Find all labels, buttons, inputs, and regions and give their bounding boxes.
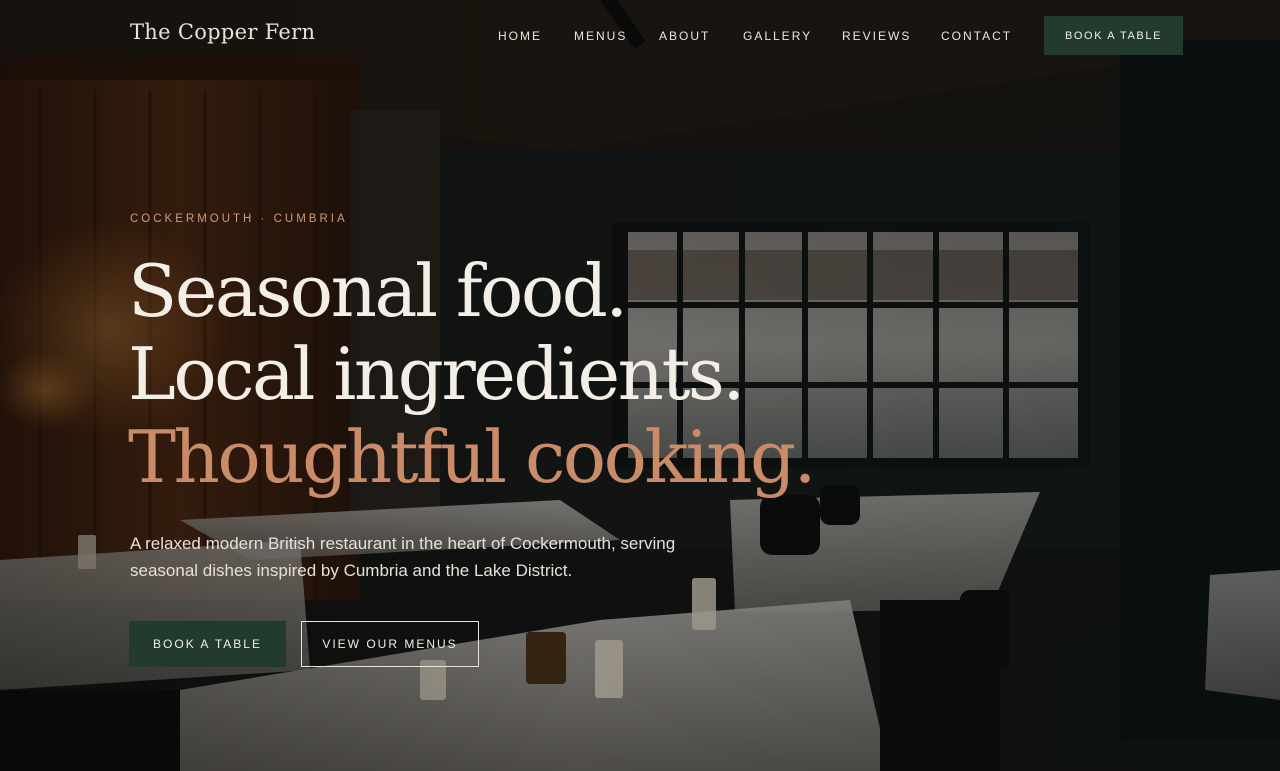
nav-gallery-link[interactable]: GALLERY <box>743 29 812 43</box>
headline-line-1: Seasonal food. <box>128 249 628 333</box>
nav-contact-link[interactable]: CONTACT <box>941 29 1012 43</box>
hero-description: A relaxed modern British restaurant in t… <box>130 534 676 580</box>
hero-book-table-button[interactable]: BOOK A TABLE <box>129 621 286 667</box>
hero-headline: Seasonal food. Local ingredients. Though… <box>128 249 816 499</box>
view-menus-button[interactable]: VIEW OUR MENUS <box>301 621 479 667</box>
site-header: The Copper Fern HOME MENUS ABOUT GALLERY… <box>0 0 1280 72</box>
nav-reviews-link[interactable]: REVIEWS <box>842 29 911 43</box>
nav-about-link[interactable]: ABOUT <box>659 29 710 43</box>
headline-line-2: Local ingredients. <box>128 332 745 416</box>
hero-eyebrow: COCKERMOUTH · CUMBRIA <box>130 213 348 225</box>
nav-menus-link[interactable]: MENUS <box>574 29 627 43</box>
headline-line-3: Thoughtful cooking. <box>128 415 816 499</box>
header-book-table-button[interactable]: BOOK A TABLE <box>1044 16 1183 55</box>
nav-home-link[interactable]: HOME <box>498 29 542 43</box>
brand-logo[interactable]: The Copper Fern <box>130 20 315 44</box>
